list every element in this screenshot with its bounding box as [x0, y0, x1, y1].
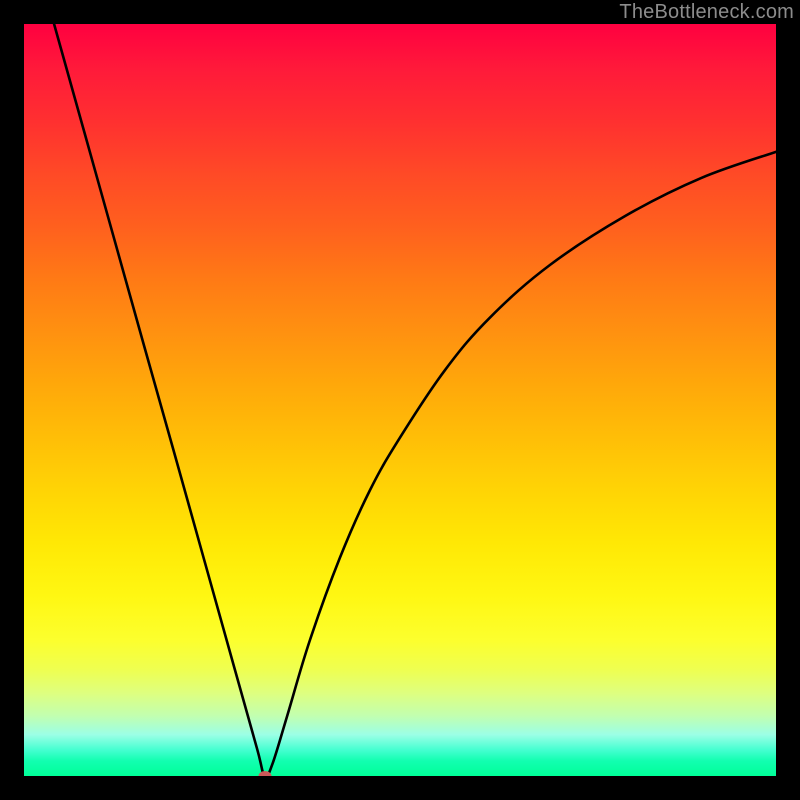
watermark-text: TheBottleneck.com	[619, 1, 794, 24]
minimum-marker	[258, 771, 271, 776]
chart-frame: TheBottleneck.com	[0, 0, 800, 800]
plot-area	[24, 24, 776, 776]
bottleneck-curve	[54, 24, 776, 776]
curve-svg	[24, 24, 776, 776]
